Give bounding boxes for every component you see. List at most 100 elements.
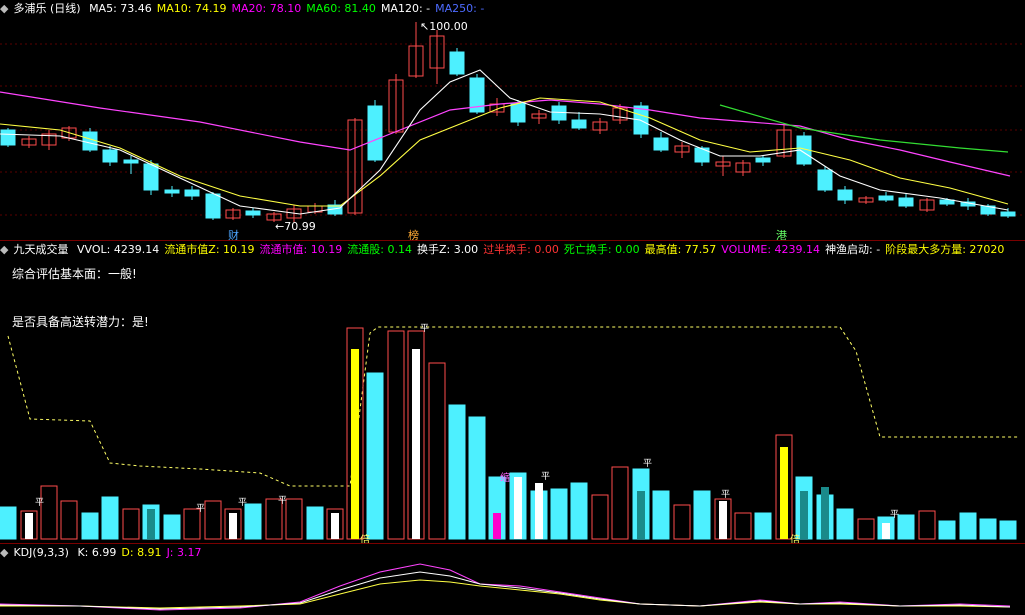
candle — [694, 147, 710, 163]
volume-chart[interactable]: 平平平 平平平平平平倍 倍缩 — [0, 241, 1025, 543]
price-panel[interactable]: ◆ 多浦乐 (日线) MA5: 73.46 MA10: 74.19 MA20: 78.… — [0, 0, 1025, 242]
volume-bar — [163, 514, 181, 540]
volume-bar — [468, 416, 486, 540]
candle — [449, 51, 465, 75]
volume-field-3: 流通股: 0.14 — [347, 243, 412, 256]
candle — [245, 210, 261, 216]
volume-highlight-bar — [800, 491, 808, 539]
volume-highlight-bar — [821, 487, 829, 539]
ma-value-4: MA120: - — [380, 2, 431, 15]
kdj-field-0: K: 6.99 — [77, 546, 117, 559]
ma60-line — [719, 104, 1009, 153]
candle — [817, 169, 833, 191]
tag-ping: 平 — [890, 509, 899, 520]
volume-highlight-bar — [719, 501, 727, 539]
candle — [205, 193, 221, 219]
kdj-k-line — [0, 571, 1011, 610]
ma-legend: MA5: 73.46 MA10: 74.19 MA20: 78.10 MA60: 81… — [89, 2, 489, 15]
candle — [510, 102, 526, 123]
price-header: ◆ 多浦乐 (日线) MA5: 73.46 MA10: 74.19 MA20: 78.… — [0, 0, 1025, 18]
volume-fields: VVOL: 4239.14 流通市值Z: 10.19 流通市值: 10.19 流通股:… — [77, 243, 1009, 256]
volume-bar — [734, 512, 752, 540]
volume-highlight-bar — [412, 349, 420, 539]
ma-value-1: MA10: 74.19 — [156, 2, 227, 15]
volume-average-line — [7, 326, 1020, 487]
volume-bar — [0, 506, 17, 540]
candle — [1000, 211, 1016, 217]
volume-field-1: 流通市值Z: 10.19 — [164, 243, 255, 256]
tag-ping: 平 — [278, 495, 287, 506]
volume-indicator-name: 九天成交量 — [13, 243, 69, 256]
volume-highlight-bar — [351, 349, 359, 539]
tag-ping: 平 — [541, 471, 550, 482]
kdj-indicator-name: KDJ(9,3,3) — [13, 546, 69, 559]
kdj-panel[interactable]: ◆ KDJ(9,3,3) K: 6.99 D: 8.91 J: 3.17 — [0, 544, 1025, 615]
volume-bar — [122, 508, 140, 540]
volume-highlight-bar — [229, 513, 237, 539]
volume-bar — [448, 404, 466, 540]
candlestick-chart[interactable] — [0, 0, 1025, 240]
volume-bar — [306, 506, 324, 540]
volume-bar — [754, 512, 772, 540]
stock-title: 多浦乐 (日线) — [13, 2, 81, 15]
volume-bar — [857, 518, 875, 540]
volume-bar — [570, 482, 588, 540]
high-dividend-potential: 是否具备高送转潜力：是! — [12, 315, 149, 329]
volume-highlight-bar — [514, 477, 522, 539]
volume-field-2: 流通市值: 10.19 — [259, 243, 343, 256]
candle — [184, 189, 200, 197]
volume-highlight-bar — [493, 513, 501, 539]
volume-field-10: 阶段最大多方量: 27020 — [885, 243, 1005, 256]
tag-bei: 倍 — [790, 533, 800, 543]
volume-highlight-bar — [637, 491, 645, 539]
volume-bar — [285, 498, 303, 540]
volume-bar — [693, 490, 711, 540]
tag-suo: 缩 — [500, 471, 510, 484]
ma-value-3: MA60: 81.40 — [306, 2, 376, 15]
volume-panel[interactable]: 平平平平平平平平平倍倍缩 ◆ 九天成交量 VVOL: 4239.14 流通市值Z: … — [0, 241, 1025, 543]
low-price-label: ←70.99 — [275, 220, 316, 233]
volume-header: ◆ 九天成交量 VVOL: 4239.14 流通市值Z: 10.19 流通市值: 10… — [0, 241, 1025, 259]
volume-bar — [938, 520, 956, 540]
volume-bar — [959, 512, 977, 540]
collapse-triangle-icon[interactable]: ◆ — [0, 2, 8, 15]
candle — [898, 197, 914, 207]
volume-highlight-bar — [535, 483, 543, 539]
candle — [143, 163, 159, 191]
collapse-triangle-icon[interactable]: ◆ — [0, 243, 8, 256]
volume-bar — [81, 512, 99, 540]
candle — [123, 159, 139, 164]
volume-highlight-bar — [331, 513, 339, 539]
volume-bar — [918, 510, 936, 540]
volume-bar — [611, 466, 629, 540]
volume-bar — [836, 508, 854, 540]
volume-bar — [60, 500, 78, 540]
volume-bar — [204, 500, 222, 540]
volume-bar — [387, 330, 405, 540]
tag-ping: 平 — [196, 503, 205, 514]
candle — [571, 119, 587, 129]
tag-ping: 平 — [420, 323, 429, 334]
volume-highlight-bar — [147, 509, 155, 539]
ma-value-0: MA5: 73.46 — [89, 2, 152, 15]
candle — [164, 189, 180, 194]
kdj-fields: K: 6.99 D: 8.91 J: 3.17 — [77, 546, 206, 559]
volume-bar — [244, 503, 262, 540]
kdj-field-1: D: 8.91 — [121, 546, 162, 559]
volume-bar — [979, 518, 997, 540]
volume-field-0: VVOL: 4239.14 — [76, 243, 160, 256]
volume-highlight-bar — [780, 447, 788, 539]
candle — [102, 149, 118, 163]
candle — [367, 105, 383, 161]
volume-field-5: 过半换手: 0.00 — [483, 243, 559, 256]
volume-bar — [101, 496, 119, 540]
candle — [837, 189, 853, 201]
collapse-triangle-icon[interactable]: ◆ — [0, 546, 8, 559]
volume-bar — [897, 514, 915, 540]
volume-highlight-bar — [882, 523, 890, 539]
volume-bar — [40, 485, 58, 540]
volume-bar — [652, 490, 670, 540]
volume-highlight-bar — [25, 513, 33, 539]
volume-field-6: 死亡换手: 0.00 — [563, 243, 640, 256]
tag-ping: 平 — [238, 497, 247, 508]
